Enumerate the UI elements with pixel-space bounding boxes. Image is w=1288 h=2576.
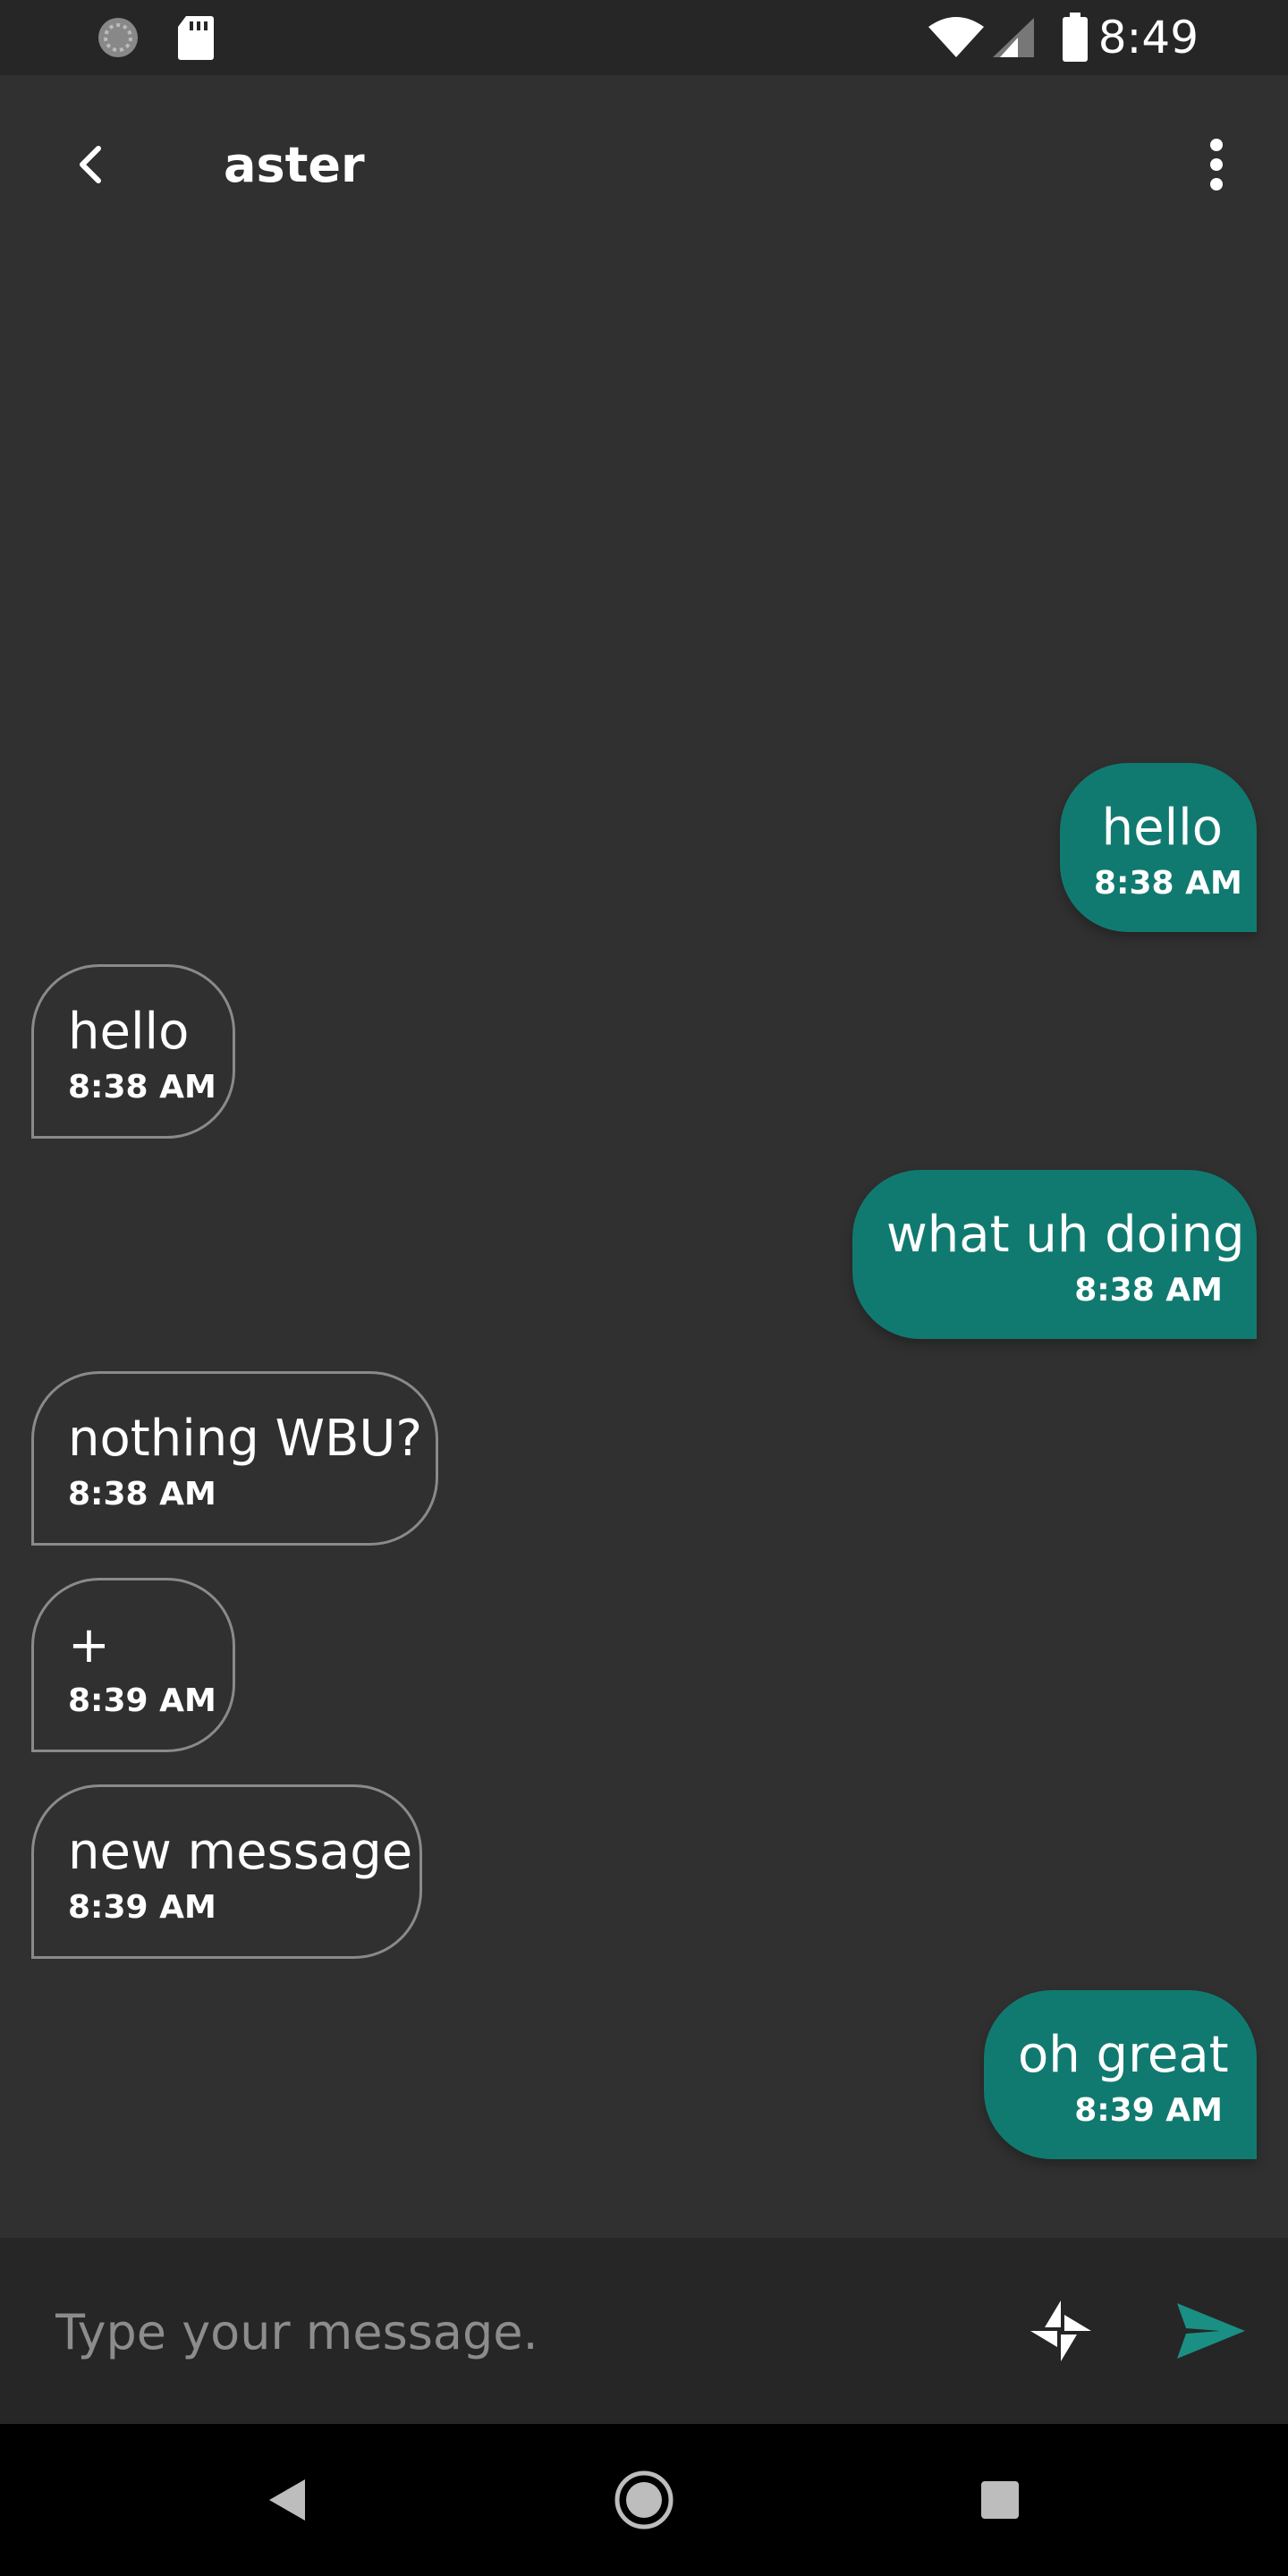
message-bubble-incoming[interactable]: + 8:39 AM bbox=[31, 1578, 235, 1752]
message-bubble-incoming[interactable]: new message 8:39 AM bbox=[31, 1784, 422, 1959]
message-time: 8:38 AM bbox=[1094, 865, 1242, 902]
sd-card-icon bbox=[175, 14, 215, 64]
message-text: hello bbox=[68, 1003, 190, 1061]
message-text: + bbox=[68, 1616, 110, 1674]
message-text: nothing WBU? bbox=[68, 1410, 423, 1468]
message-bubble-outgoing[interactable]: oh great 8:39 AM bbox=[984, 1990, 1257, 2159]
message-composer bbox=[0, 2238, 1288, 2424]
battery-icon bbox=[1061, 13, 1089, 66]
nav-back-icon[interactable] bbox=[246, 2460, 326, 2540]
message-time: 8:39 AM bbox=[68, 1682, 216, 1719]
message-bubble-outgoing[interactable]: hello 8:38 AM bbox=[1060, 763, 1257, 932]
message-text: new message bbox=[68, 1823, 413, 1881]
message-text: oh great bbox=[1018, 2026, 1229, 2084]
message-text: what uh doing bbox=[886, 1206, 1245, 1264]
nav-recents-icon[interactable] bbox=[960, 2460, 1040, 2540]
status-bar: 8:49 bbox=[0, 0, 1288, 75]
wifi-icon bbox=[927, 16, 986, 63]
message-time: 8:38 AM bbox=[68, 1069, 216, 1106]
system-nav-bar bbox=[0, 2424, 1288, 2576]
more-vert-icon[interactable] bbox=[1181, 129, 1252, 200]
back-arrow-icon[interactable] bbox=[54, 129, 125, 200]
message-bubble-outgoing[interactable]: what uh doing 8:38 AM bbox=[852, 1170, 1257, 1339]
message-bubble-incoming[interactable]: nothing WBU? 8:38 AM bbox=[31, 1371, 438, 1546]
message-input[interactable] bbox=[54, 2286, 970, 2377]
message-bubble-incoming[interactable]: hello 8:38 AM bbox=[31, 964, 235, 1139]
message-time: 8:39 AM bbox=[1074, 2092, 1223, 2129]
signal-icon bbox=[991, 16, 1036, 63]
status-time: 8:49 bbox=[1097, 12, 1199, 64]
attach-icon[interactable] bbox=[1018, 2288, 1104, 2374]
message-time: 8:38 AM bbox=[68, 1476, 216, 1513]
message-time: 8:38 AM bbox=[1074, 1272, 1223, 1309]
nav-home-icon[interactable] bbox=[604, 2460, 684, 2540]
sync-icon bbox=[95, 14, 141, 64]
message-text: hello bbox=[1101, 799, 1223, 857]
send-icon[interactable] bbox=[1168, 2288, 1254, 2374]
app-bar: aster bbox=[0, 75, 1288, 254]
conversation-title: aster bbox=[224, 137, 365, 193]
message-time: 8:39 AM bbox=[68, 1889, 216, 1926]
